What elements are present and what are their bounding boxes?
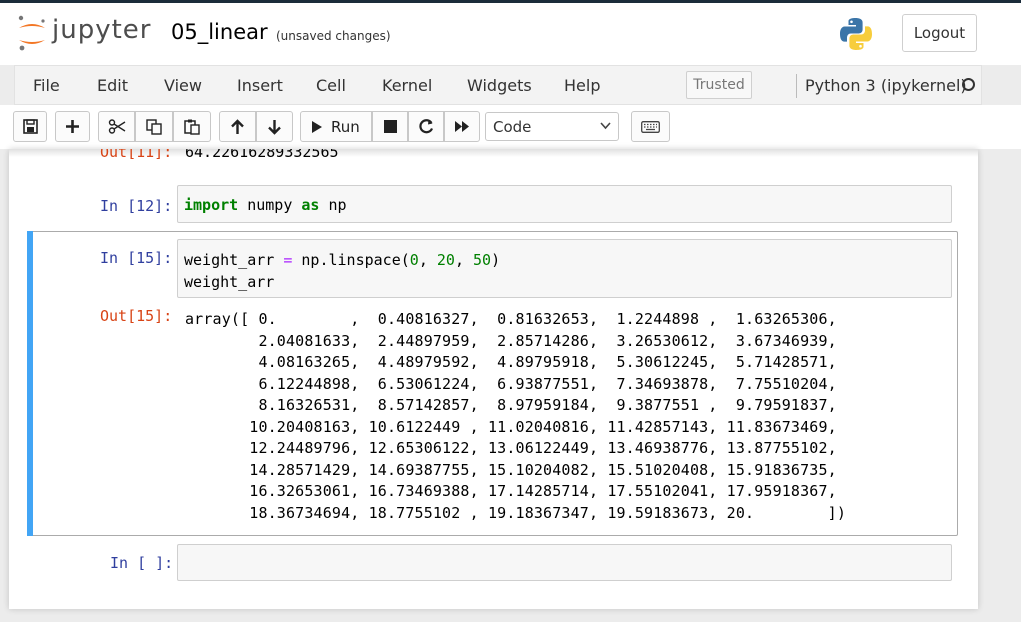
save-status: (unsaved changes): [276, 29, 391, 43]
copy-button[interactable]: [135, 111, 173, 142]
menu-widgets[interactable]: Widgets: [467, 76, 532, 95]
notebook-container[interactable]: Out[11]: 64.22616289332565 In [12]: impo…: [9, 149, 978, 609]
insert-cell-button[interactable]: [55, 111, 90, 142]
code-text: weight_arr: [184, 273, 275, 291]
arrow-down-icon: [268, 119, 281, 135]
code-keyword-as: as: [301, 196, 320, 214]
scissors-icon: [108, 119, 125, 134]
python-logo-icon: [840, 18, 872, 50]
cell12-input-prompt: In [12]:: [100, 197, 173, 215]
menu-cell[interactable]: Cell: [316, 76, 346, 95]
copy-icon: [146, 118, 162, 135]
code-number: 50: [473, 251, 492, 269]
kernel-name[interactable]: Python 3 (ipykernel): [805, 76, 967, 95]
plus-icon: [66, 120, 79, 133]
toolbar: Run Code: [0, 105, 1021, 149]
paste-button[interactable]: [173, 111, 211, 142]
arrow-up-icon: [231, 118, 244, 134]
jupyter-logo-icon[interactable]: [17, 14, 47, 52]
interrupt-kernel-button[interactable]: [372, 111, 408, 142]
trusted-indicator[interactable]: Trusted: [686, 71, 752, 99]
code-text: ,: [418, 251, 437, 269]
keyboard-icon: [641, 120, 660, 133]
move-cell-up-button[interactable]: [219, 111, 256, 142]
command-palette-button[interactable]: [631, 111, 670, 142]
code-text: weight_arr: [184, 251, 284, 269]
run-label: Run: [331, 117, 360, 136]
cut-button[interactable]: [98, 111, 135, 142]
menu-file[interactable]: File: [33, 76, 60, 95]
code-text: numpy: [238, 196, 302, 214]
kernel-idle-indicator-icon: [962, 78, 975, 91]
cell15-input-prompt: In [15]:: [100, 249, 173, 267]
empty-cell-code-editor[interactable]: [177, 544, 952, 581]
restart-icon: [418, 119, 433, 134]
chevron-down-icon: [600, 122, 611, 130]
move-cell-down-button[interactable]: [256, 111, 293, 142]
code-text: np: [319, 196, 347, 214]
selected-cell-indicator: [27, 231, 33, 536]
cell15-output-prompt: Out[15]:: [100, 307, 173, 325]
menu-insert[interactable]: Insert: [237, 76, 283, 95]
code-number: 20: [436, 251, 455, 269]
code-number: 0: [409, 251, 419, 269]
cell15-output-text: array([ 0. , 0.40816327, 0.81632653, 1.2…: [185, 310, 847, 522]
jupyter-brand-text[interactable]: jupyter: [52, 15, 151, 45]
menu-edit[interactable]: Edit: [97, 76, 128, 95]
run-button[interactable]: Run: [300, 111, 372, 142]
prev-output-text: 64.22616289332565: [185, 149, 339, 161]
paste-icon: [184, 119, 200, 135]
save-button[interactable]: [13, 111, 47, 142]
restart-run-all-button[interactable]: [444, 111, 480, 142]
notebook-title[interactable]: 05_linear: [171, 20, 268, 44]
cell-type-value: Code: [493, 118, 532, 136]
restart-kernel-button[interactable]: [408, 111, 444, 142]
code-text: np.linspace(: [292, 251, 410, 269]
menubar: File Edit View Insert Cell Kernel Widget…: [14, 65, 982, 105]
cell12-code-editor[interactable]: import numpy as np: [177, 185, 952, 223]
logout-button[interactable]: Logout: [902, 14, 977, 52]
cell-type-select[interactable]: Code: [485, 112, 619, 141]
menu-help[interactable]: Help: [564, 76, 600, 95]
stop-icon: [383, 120, 397, 133]
empty-cell-input-prompt: In [ ]:: [110, 554, 174, 572]
fast-forward-icon: [455, 121, 469, 132]
save-icon: [22, 119, 38, 134]
code-text: ,: [454, 251, 473, 269]
play-icon: [312, 120, 322, 133]
code-keyword-import: import: [184, 196, 239, 214]
prev-output-prompt: Out[11]:: [100, 149, 173, 161]
menu-view[interactable]: View: [164, 76, 202, 95]
kernel-separator: [796, 74, 797, 98]
cell15-code-editor[interactable]: weight_arr = np.linspace(0, 20, 50) weig…: [177, 239, 952, 298]
menu-kernel[interactable]: Kernel: [382, 76, 432, 95]
notebook-header: jupyter 05_linear (unsaved changes) Logo…: [0, 3, 1021, 65]
code-text: ): [491, 251, 501, 269]
